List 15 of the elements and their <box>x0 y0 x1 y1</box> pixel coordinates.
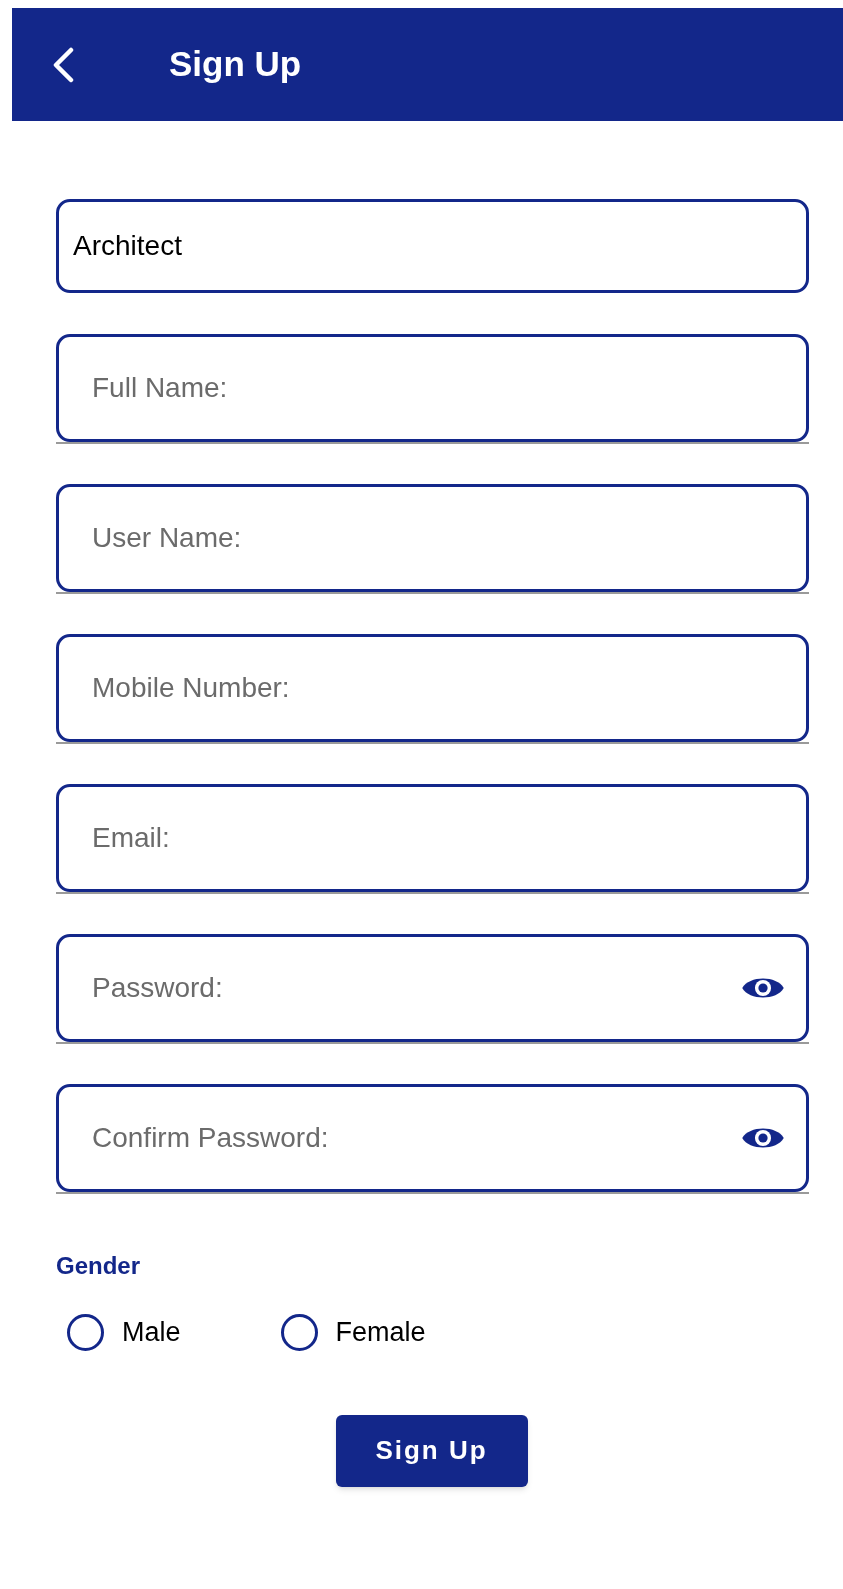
gender-radio-option[interactable]: Female <box>280 1312 426 1353</box>
input-field[interactable]: Full Name: <box>56 334 809 442</box>
input-field[interactable]: Password: <box>56 934 809 1042</box>
sign-up-button[interactable]: Sign Up <box>335 1414 528 1487</box>
gender-label: Gender <box>56 1252 141 1279</box>
input-field[interactable]: Architect <box>56 199 809 293</box>
gender-radio-option[interactable]: Male <box>67 1312 181 1353</box>
input-field[interactable]: Mobile Number: <box>56 634 809 742</box>
input-field[interactable]: Email: <box>56 784 809 892</box>
back-icon <box>52 46 74 83</box>
input-field[interactable]: User Name: <box>56 484 809 592</box>
input-field[interactable]: Confirm Password: <box>56 1084 809 1192</box>
radio-button[interactable] <box>280 1313 318 1351</box>
radio-button[interactable] <box>67 1313 104 1351</box>
screen-title: Sign Up <box>169 43 302 86</box>
